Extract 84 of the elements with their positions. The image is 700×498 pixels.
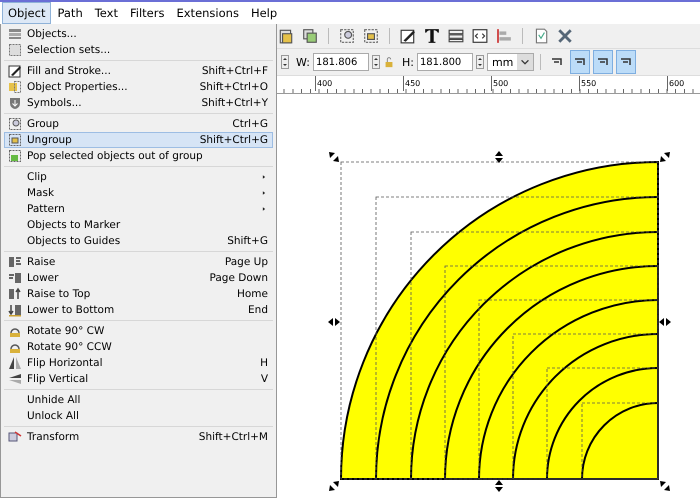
ruler-label: 450 [404,79,420,88]
paste-icon[interactable] [278,28,294,44]
scale-handle-icon[interactable] [660,152,670,162]
scale-toggle-button[interactable] [593,50,614,74]
menu-item[interactable]: Pop selected objects out of group [4,148,273,164]
transform-icon [8,430,22,444]
menu-item[interactable]: Pattern [4,201,273,217]
menubar-item[interactable]: Filters [124,2,170,24]
menu-item[interactable]: Clip [4,169,273,185]
menu-item[interactable]: Rotate 90° CCW [4,339,273,355]
menu-item[interactable]: Raise to Top Home [4,286,273,302]
scale-toggle-button[interactable] [570,50,590,74]
spin-buttons-icon [476,54,484,70]
spin-buttons-icon [281,54,289,70]
menu-item[interactable]: Unhide All [4,392,273,408]
menu-item[interactable]: Object Properties... Shift+Ctrl+O [4,79,273,95]
menu-item[interactable]: Objects... [4,26,273,42]
height-field[interactable]: 181.800 [416,53,473,71]
menu-item[interactable]: Mask [4,185,273,201]
raise-icon [8,255,22,269]
scale-handle-icon[interactable] [328,318,340,326]
menubar-item[interactable]: Help [244,2,284,24]
raise-to-top-icon [8,287,22,301]
pop-out-icon [8,149,22,163]
menubar-item[interactable]: Object [2,2,52,24]
group-icon [8,117,22,131]
scale-handle-icon[interactable] [659,318,671,326]
menu-item[interactable]: Flip Horizontal H [4,355,273,371]
menubar-item[interactable]: Path [51,2,89,24]
lower-icon [8,271,22,285]
duplicate-icon[interactable] [302,28,318,44]
menubar-item[interactable]: Extensions [170,2,245,24]
scale-handle-icon[interactable] [495,480,503,492]
scale-toggle-button[interactable] [616,50,636,74]
menu-item[interactable]: Ungroup Shift+Ctrl+G [4,132,273,148]
ruler-label: 600 [668,79,684,88]
menu-item[interactable]: Fill and Stroke... Shift+Ctrl+F [4,63,273,79]
scale-option-icon [573,56,588,68]
menu-item[interactable]: Rotate 90° CW [4,323,273,339]
unit-dropdown[interactable]: mm [486,53,534,71]
xml-editor-icon[interactable] [472,28,488,44]
layers-icon[interactable] [448,28,464,44]
menu-item[interactable]: Symbols... Shift+Ctrl+Y [4,95,273,111]
width-label: W: [296,56,310,68]
scale-option-icon [550,56,564,68]
spin-buttons-icon [372,54,380,70]
ungroup-icon[interactable] [363,28,379,44]
ruler-label: 500 [492,79,508,88]
ungroup-icon [8,133,22,147]
flip-horizontal-icon [8,356,22,370]
flip-vertical-icon [8,372,22,386]
dotted-square-icon [8,43,22,57]
height-label: H: [402,56,414,68]
text-tool-icon[interactable] [424,28,440,44]
scale-handle-icon[interactable] [329,481,339,491]
menu-item[interactable]: Objects to Guides Shift+G [4,233,273,249]
menu-item[interactable]: Selection sets... [4,42,273,58]
object-properties-icon [8,80,22,94]
shield-icon [8,96,22,110]
menubar-item[interactable]: Text [88,2,124,24]
width-field[interactable]: 181.806 [312,53,369,71]
menu-item[interactable]: Lower Page Down [4,270,273,286]
lock-icon [382,56,395,68]
menu-item[interactable]: Transform Shift+Ctrl+M [4,429,273,445]
pen-square-icon [8,64,22,78]
align-icon[interactable] [496,28,512,44]
menu-item[interactable]: Objects to Marker [4,217,273,233]
group-icon[interactable] [339,28,355,44]
menu-item[interactable]: Raise Page Up [4,254,273,270]
scale-option-icon [619,56,634,68]
layers-icon [8,27,22,41]
ruler-label: 550 [580,79,596,88]
menu-item[interactable]: Flip Vertical V [4,371,273,387]
menu-item[interactable]: Lower to Bottom End [4,302,273,318]
menu-item[interactable]: Group Ctrl+G [4,116,273,132]
scale-handle-icon[interactable] [329,152,339,162]
scale-handle-icon[interactable] [660,481,670,491]
document-icon[interactable] [533,28,549,44]
lower-to-bottom-icon [8,303,22,317]
scale-option-icon [596,56,610,68]
ruler-label: 400 [316,79,332,88]
menu-item[interactable]: Unlock All [4,408,273,424]
scale-handle-icon[interactable] [495,151,503,163]
pen-square-icon[interactable] [400,28,416,44]
